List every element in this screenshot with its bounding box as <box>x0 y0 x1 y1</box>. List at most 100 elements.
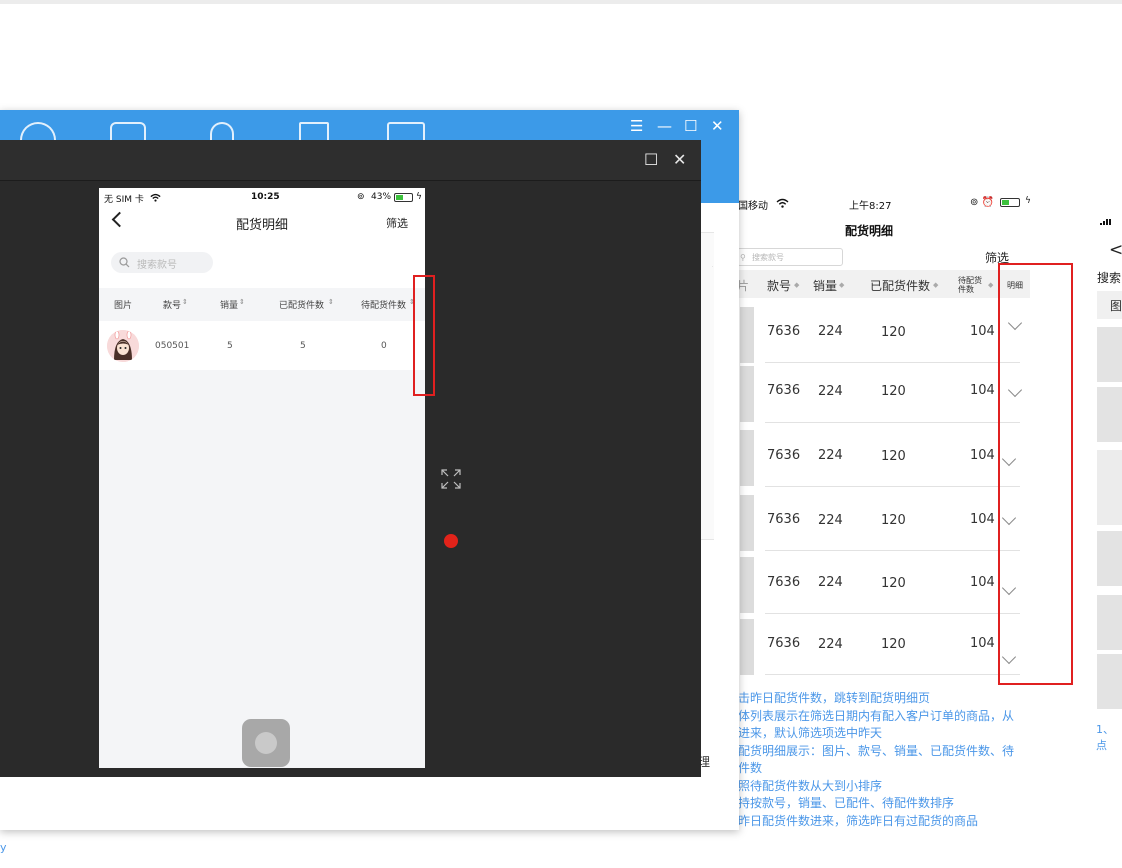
phone-header-image: 图片 <box>114 301 133 311</box>
mockup-cell-code: 7636 <box>767 324 801 339</box>
phone-page-title: 配货明细 <box>236 218 289 233</box>
mockup-carrier: 国移动 <box>738 201 768 212</box>
signal-icon <box>1100 219 1122 225</box>
maximize-icon[interactable]: ☐ <box>644 150 658 169</box>
mockup-cell-code: 7636 <box>767 636 801 651</box>
close-icon[interactable]: ✕ <box>673 150 686 169</box>
row-image <box>740 307 754 363</box>
row-divider <box>765 362 1020 363</box>
mockup-title: 配货明细 <box>845 224 894 238</box>
mockup-cell-code: 7636 <box>767 512 801 527</box>
mockup-cell-sales: 224 <box>818 575 843 590</box>
row-image <box>740 619 754 675</box>
mockup-cell-allocated: 120 <box>881 384 906 399</box>
row-divider <box>765 613 1020 614</box>
phone-search-placeholder: 搜索款号 <box>137 260 177 271</box>
phone-header-allocated[interactable]: 已配货件数 <box>279 298 324 311</box>
battery-icon <box>394 193 413 202</box>
annotation-note: 照待配货件数从大到小排序 <box>738 779 883 793</box>
phone-header-sales[interactable]: 销量 <box>220 298 238 311</box>
mockup-time: 上午8:27 <box>849 201 892 212</box>
menu-icon[interactable]: ☰ <box>630 117 643 135</box>
row-divider <box>765 550 1020 551</box>
mockup-cell-sales: 224 <box>818 448 843 463</box>
mockup-header-allocated[interactable]: 已配货件数 <box>870 277 930 294</box>
annotation-note: 件数 <box>738 761 763 775</box>
far-right-search-label: 搜索 <box>1097 271 1122 285</box>
mockup-header-code[interactable]: 款号 <box>767 277 791 294</box>
far-right-row <box>1097 531 1122 586</box>
row-divider <box>765 674 1020 675</box>
mockup-cell-allocated: 120 <box>881 637 906 652</box>
mockup-cell-code: 7636 <box>767 575 801 590</box>
highlight-box-detail-column <box>998 263 1073 685</box>
product-thumbnail <box>107 330 139 362</box>
mockup-cell-allocated: 120 <box>881 449 906 464</box>
far-right-row <box>1097 654 1122 709</box>
assistive-touch-dot <box>255 732 277 754</box>
close-icon[interactable]: ✕ <box>711 117 724 135</box>
phone-cell-pending: 0 <box>381 341 387 351</box>
far-right-note: 1、点 <box>1096 723 1114 752</box>
mockup-cell-pending: 104 <box>970 512 995 527</box>
mockup-cell-pending: 104 <box>970 448 995 463</box>
mockup-cell-allocated: 120 <box>881 513 906 528</box>
back-icon[interactable]: < <box>1109 240 1122 260</box>
highlight-box-phone-column <box>413 275 435 396</box>
phone-cell-allocated: 5 <box>300 341 306 351</box>
phone-header-pending[interactable]: 待配货件数 <box>361 298 406 311</box>
mockup-cell-pending: 104 <box>970 575 995 590</box>
mockup-cell-allocated: 120 <box>881 576 906 591</box>
annotation-note: 昨日配货件数进来，筛选昨日有过配货的商品 <box>738 814 979 828</box>
row-divider <box>765 422 1020 423</box>
mockup-header-pending[interactable]: 待配货件数 <box>958 276 986 294</box>
charging-icon: ϟ <box>1025 196 1031 206</box>
annotation-note: 持按款号，销量、已配件、待配件数排序 <box>738 796 955 810</box>
far-right-row <box>1097 387 1122 442</box>
sort-icon: ◆ <box>988 281 994 289</box>
phone-cell-code: 050501 <box>155 341 190 351</box>
battery-icon <box>1000 198 1020 207</box>
row-image <box>740 495 754 551</box>
far-right-row <box>1097 595 1122 650</box>
minimize-icon[interactable]: — <box>657 117 672 135</box>
fullscreen-icon[interactable] <box>441 469 461 489</box>
mockup-cell-allocated: 120 <box>881 325 906 340</box>
row-image <box>740 557 754 613</box>
charging-icon: ϟ <box>416 192 422 202</box>
mockup-cell-sales: 224 <box>818 513 843 528</box>
mockup-header-sales[interactable]: 销量 <box>813 277 837 294</box>
mockup-search-input[interactable]: ⚲ 搜索款号 <box>737 248 843 266</box>
maximize-icon[interactable]: ☐ <box>684 117 697 135</box>
row-image <box>740 430 754 486</box>
mockup-search-placeholder: 搜索款号 <box>752 253 784 262</box>
sort-icon[interactable]: ⇕ <box>239 298 245 306</box>
background-panel <box>700 232 714 540</box>
annotation-note: 击昨日配货件数，跳转到配货明细页 <box>738 691 931 705</box>
mockup-cell-sales: 224 <box>818 384 843 399</box>
mockup-cell-code: 7636 <box>767 383 801 398</box>
orientation-lock-icon: ⊚ <box>357 192 365 202</box>
wifi-icon <box>150 193 161 202</box>
bottom-left-text: y <box>0 841 7 854</box>
sort-icon[interactable]: ⇕ <box>182 298 188 306</box>
sort-icon[interactable]: ⇕ <box>328 298 334 306</box>
phone-filter-button[interactable]: 筛选 <box>386 215 408 231</box>
phone-header-code[interactable]: 款号 <box>163 298 181 311</box>
mockup-cell-code: 7636 <box>767 448 801 463</box>
far-right-row <box>1097 450 1122 525</box>
mockup-cell-pending: 104 <box>970 636 995 651</box>
record-button[interactable] <box>444 534 458 548</box>
mockup-cell-pending: 104 <box>970 383 995 398</box>
mockup-cell-sales: 224 <box>818 324 843 339</box>
row-image <box>740 366 754 422</box>
row-divider <box>765 486 1020 487</box>
search-icon: ⚲ <box>740 253 746 262</box>
phone-time: 10:25 <box>251 192 280 202</box>
screen-mirror-titlebar <box>0 140 701 181</box>
far-right-header-image: 图 <box>1110 299 1122 313</box>
table-row[interactable] <box>99 321 425 370</box>
sort-icon: ◆ <box>794 281 800 289</box>
sort-icon: ◆ <box>839 281 845 289</box>
search-icon <box>119 257 130 268</box>
